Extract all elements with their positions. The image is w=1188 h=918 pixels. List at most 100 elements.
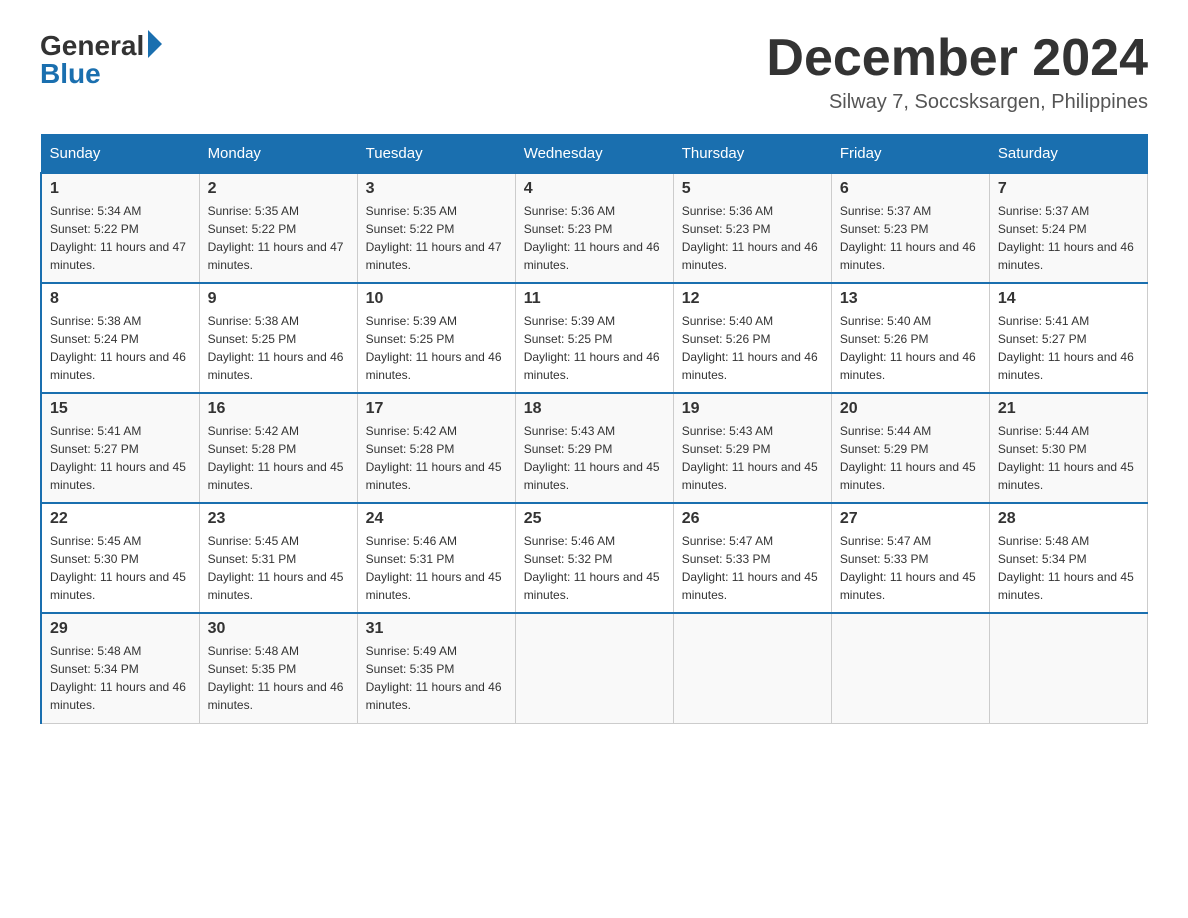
calendar-day-13: 13 Sunrise: 5:40 AM Sunset: 5:26 PM Dayl… (831, 283, 989, 393)
month-title: December 2024 (766, 30, 1148, 87)
sunset-label: Sunset: 5:31 PM (366, 552, 455, 566)
daylight-label: Daylight: 11 hours and 46 minutes. (998, 350, 1134, 382)
day-number: 25 (524, 510, 665, 528)
sunset-label: Sunset: 5:25 PM (208, 332, 297, 346)
sunrise-label: Sunrise: 5:38 AM (50, 314, 141, 328)
day-number: 31 (366, 620, 507, 638)
daylight-label: Daylight: 11 hours and 47 minutes. (208, 240, 344, 272)
calendar-day-18: 18 Sunrise: 5:43 AM Sunset: 5:29 PM Dayl… (515, 393, 673, 503)
calendar-day-empty (673, 613, 831, 723)
calendar-day-9: 9 Sunrise: 5:38 AM Sunset: 5:25 PM Dayli… (199, 283, 357, 393)
calendar-day-1: 1 Sunrise: 5:34 AM Sunset: 5:22 PM Dayli… (41, 173, 199, 283)
sunset-label: Sunset: 5:27 PM (50, 442, 139, 456)
daylight-label: Daylight: 11 hours and 46 minutes. (682, 350, 818, 382)
daylight-label: Daylight: 11 hours and 46 minutes. (682, 240, 818, 272)
day-number: 5 (682, 180, 823, 198)
sunrise-label: Sunrise: 5:35 AM (208, 204, 299, 218)
daylight-label: Daylight: 11 hours and 45 minutes. (840, 570, 976, 602)
day-info: Sunrise: 5:47 AM Sunset: 5:33 PM Dayligh… (840, 532, 981, 604)
calendar-week-1: 1 Sunrise: 5:34 AM Sunset: 5:22 PM Dayli… (41, 173, 1148, 283)
calendar-day-15: 15 Sunrise: 5:41 AM Sunset: 5:27 PM Dayl… (41, 393, 199, 503)
sunrise-label: Sunrise: 5:43 AM (524, 424, 615, 438)
sunset-label: Sunset: 5:22 PM (50, 222, 139, 236)
daylight-label: Daylight: 11 hours and 46 minutes. (366, 680, 502, 712)
calendar-day-16: 16 Sunrise: 5:42 AM Sunset: 5:28 PM Dayl… (199, 393, 357, 503)
sunrise-label: Sunrise: 5:42 AM (208, 424, 299, 438)
calendar-day-20: 20 Sunrise: 5:44 AM Sunset: 5:29 PM Dayl… (831, 393, 989, 503)
daylight-label: Daylight: 11 hours and 45 minutes. (208, 460, 344, 492)
sunset-label: Sunset: 5:34 PM (998, 552, 1087, 566)
logo: General Blue (40, 30, 162, 90)
sunrise-label: Sunrise: 5:37 AM (998, 204, 1089, 218)
daylight-label: Daylight: 11 hours and 45 minutes. (524, 570, 660, 602)
sunset-label: Sunset: 5:23 PM (682, 222, 771, 236)
column-header-friday: Friday (831, 135, 989, 174)
day-number: 4 (524, 180, 665, 198)
day-number: 21 (998, 400, 1139, 418)
calendar-table: SundayMondayTuesdayWednesdayThursdayFrid… (40, 134, 1148, 724)
sunset-label: Sunset: 5:29 PM (524, 442, 613, 456)
calendar-day-empty (515, 613, 673, 723)
calendar-day-17: 17 Sunrise: 5:42 AM Sunset: 5:28 PM Dayl… (357, 393, 515, 503)
sunset-label: Sunset: 5:26 PM (840, 332, 929, 346)
daylight-label: Daylight: 11 hours and 46 minutes. (208, 350, 344, 382)
sunrise-label: Sunrise: 5:47 AM (840, 534, 931, 548)
day-number: 26 (682, 510, 823, 528)
sunrise-label: Sunrise: 5:48 AM (50, 644, 141, 658)
daylight-label: Daylight: 11 hours and 45 minutes. (366, 570, 502, 602)
day-number: 2 (208, 180, 349, 198)
daylight-label: Daylight: 11 hours and 45 minutes. (208, 570, 344, 602)
logo-arrow-icon (148, 30, 162, 58)
daylight-label: Daylight: 11 hours and 46 minutes. (208, 680, 344, 712)
day-info: Sunrise: 5:37 AM Sunset: 5:23 PM Dayligh… (840, 202, 981, 274)
sunset-label: Sunset: 5:28 PM (208, 442, 297, 456)
day-info: Sunrise: 5:39 AM Sunset: 5:25 PM Dayligh… (366, 312, 507, 384)
calendar-day-23: 23 Sunrise: 5:45 AM Sunset: 5:31 PM Dayl… (199, 503, 357, 613)
day-info: Sunrise: 5:36 AM Sunset: 5:23 PM Dayligh… (524, 202, 665, 274)
daylight-label: Daylight: 11 hours and 45 minutes. (682, 460, 818, 492)
sunset-label: Sunset: 5:33 PM (840, 552, 929, 566)
day-info: Sunrise: 5:41 AM Sunset: 5:27 PM Dayligh… (998, 312, 1139, 384)
day-number: 3 (366, 180, 507, 198)
calendar-day-14: 14 Sunrise: 5:41 AM Sunset: 5:27 PM Dayl… (989, 283, 1147, 393)
calendar-week-2: 8 Sunrise: 5:38 AM Sunset: 5:24 PM Dayli… (41, 283, 1148, 393)
sunrise-label: Sunrise: 5:40 AM (682, 314, 773, 328)
sunset-label: Sunset: 5:29 PM (682, 442, 771, 456)
daylight-label: Daylight: 11 hours and 45 minutes. (840, 460, 976, 492)
day-info: Sunrise: 5:44 AM Sunset: 5:29 PM Dayligh… (840, 422, 981, 494)
day-info: Sunrise: 5:48 AM Sunset: 5:34 PM Dayligh… (50, 642, 191, 714)
daylight-label: Daylight: 11 hours and 46 minutes. (50, 680, 186, 712)
column-header-monday: Monday (199, 135, 357, 174)
day-info: Sunrise: 5:48 AM Sunset: 5:34 PM Dayligh… (998, 532, 1139, 604)
sunrise-label: Sunrise: 5:43 AM (682, 424, 773, 438)
column-header-sunday: Sunday (41, 135, 199, 174)
day-number: 19 (682, 400, 823, 418)
day-info: Sunrise: 5:47 AM Sunset: 5:33 PM Dayligh… (682, 532, 823, 604)
day-info: Sunrise: 5:49 AM Sunset: 5:35 PM Dayligh… (366, 642, 507, 714)
day-number: 12 (682, 290, 823, 308)
daylight-label: Daylight: 11 hours and 46 minutes. (524, 240, 660, 272)
calendar-day-3: 3 Sunrise: 5:35 AM Sunset: 5:22 PM Dayli… (357, 173, 515, 283)
calendar-day-28: 28 Sunrise: 5:48 AM Sunset: 5:34 PM Dayl… (989, 503, 1147, 613)
day-info: Sunrise: 5:41 AM Sunset: 5:27 PM Dayligh… (50, 422, 191, 494)
sunset-label: Sunset: 5:30 PM (998, 442, 1087, 456)
day-number: 15 (50, 400, 191, 418)
daylight-label: Daylight: 11 hours and 45 minutes. (682, 570, 818, 602)
calendar-week-4: 22 Sunrise: 5:45 AM Sunset: 5:30 PM Dayl… (41, 503, 1148, 613)
day-number: 13 (840, 290, 981, 308)
daylight-label: Daylight: 11 hours and 46 minutes. (50, 350, 186, 382)
column-header-saturday: Saturday (989, 135, 1147, 174)
day-info: Sunrise: 5:38 AM Sunset: 5:24 PM Dayligh… (50, 312, 191, 384)
day-number: 14 (998, 290, 1139, 308)
daylight-label: Daylight: 11 hours and 45 minutes. (366, 460, 502, 492)
day-number: 9 (208, 290, 349, 308)
sunset-label: Sunset: 5:28 PM (366, 442, 455, 456)
sunrise-label: Sunrise: 5:45 AM (50, 534, 141, 548)
day-info: Sunrise: 5:36 AM Sunset: 5:23 PM Dayligh… (682, 202, 823, 274)
sunrise-label: Sunrise: 5:44 AM (998, 424, 1089, 438)
sunset-label: Sunset: 5:32 PM (524, 552, 613, 566)
logo-blue-text: Blue (40, 58, 101, 90)
sunrise-label: Sunrise: 5:47 AM (682, 534, 773, 548)
sunrise-label: Sunrise: 5:41 AM (998, 314, 1089, 328)
day-number: 29 (50, 620, 191, 638)
